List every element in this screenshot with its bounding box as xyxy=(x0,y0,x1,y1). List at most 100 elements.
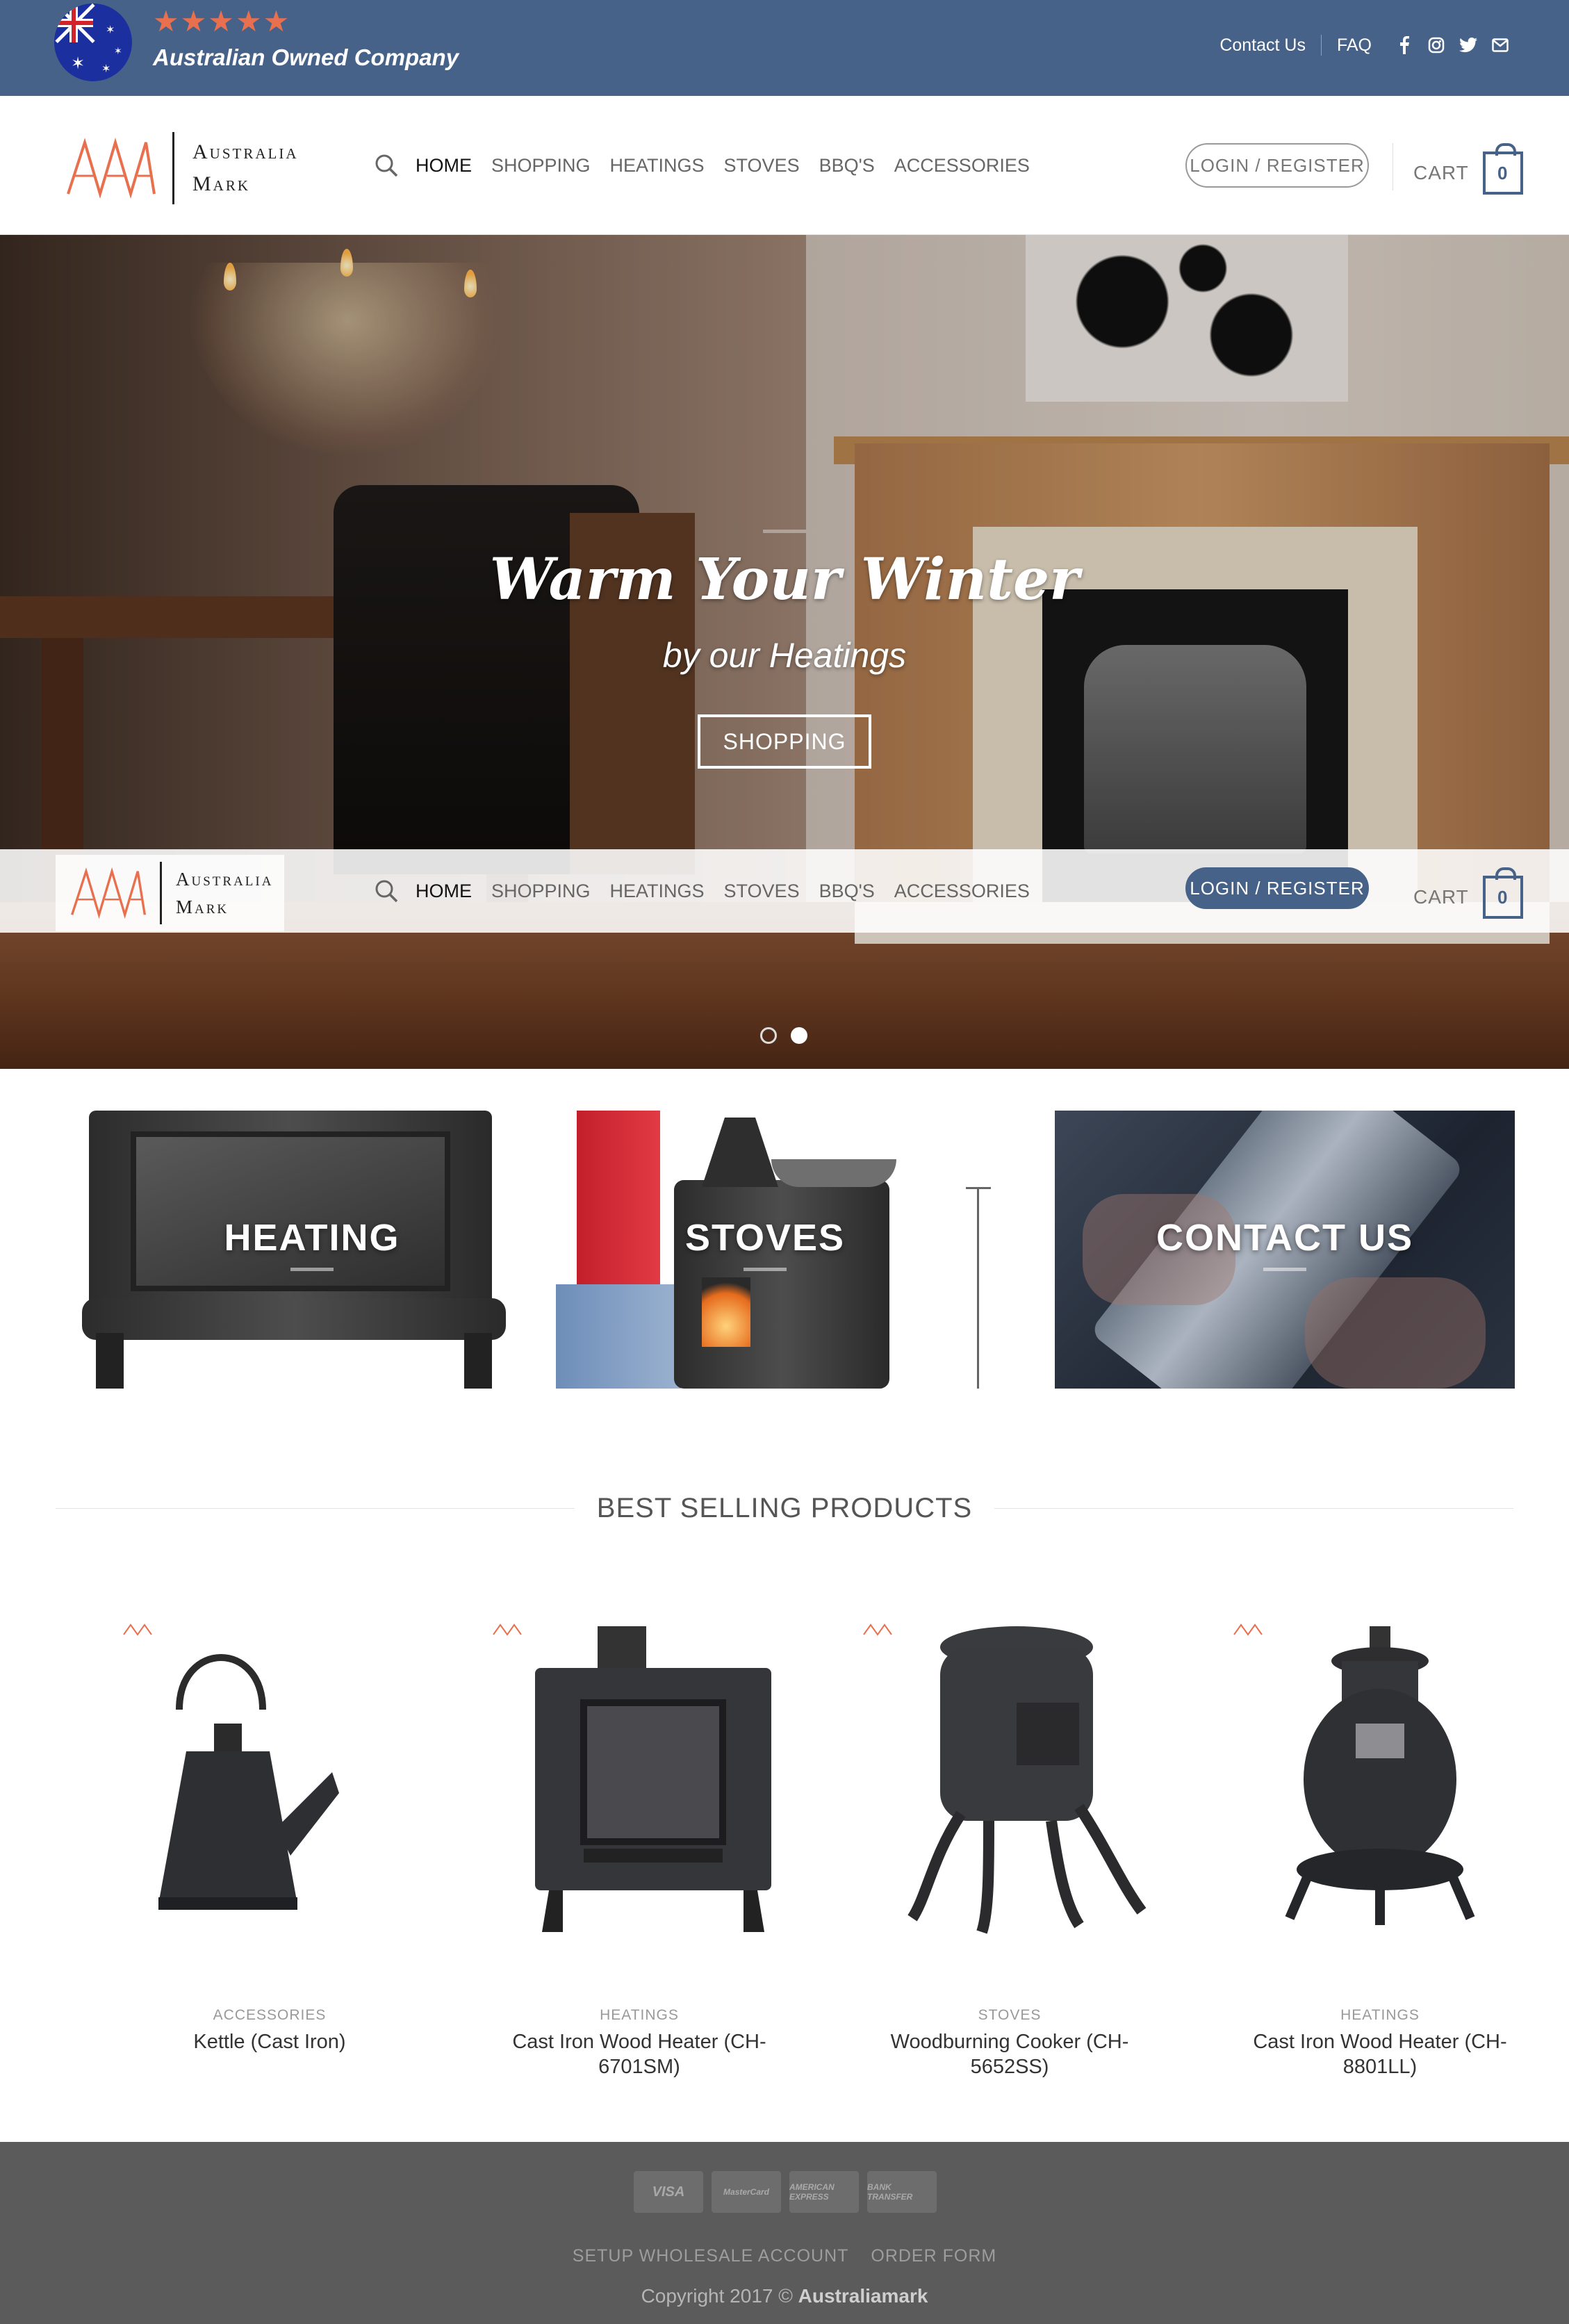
category-label: HEATING xyxy=(224,1217,400,1259)
product-name[interactable]: Woodburning Cooker (CH-5652SS) xyxy=(857,2029,1163,2079)
product-name[interactable]: Cast Iron Wood Heater (CH-8801LL) xyxy=(1227,2029,1533,2079)
logo-text: Australia Mark xyxy=(192,136,299,200)
email-icon[interactable] xyxy=(1491,36,1509,54)
logo-line-1: Australia xyxy=(176,869,274,890)
top-bar: ✶ ✶ ✶ ✶ ★★★★★ Australian Owned Company C… xyxy=(0,0,1569,96)
category-heating[interactable]: HEATING xyxy=(82,1111,542,1389)
heating-stove-image xyxy=(96,1333,124,1389)
product-card[interactable]: HEATINGS Cast Iron Wood Heater (CH-8801L… xyxy=(1206,1619,1554,2092)
twitter-icon[interactable] xyxy=(1459,36,1477,54)
cart-link[interactable]: CART 0 xyxy=(1413,867,1523,919)
kettle-image xyxy=(702,1118,778,1187)
facebook-icon[interactable] xyxy=(1395,36,1413,54)
hero-subtitle: by our Heatings xyxy=(662,636,907,675)
hero-slider: Warm Your Winter by our Heatings SHOPPIN… xyxy=(0,235,1569,1069)
person-jeans-image xyxy=(556,1284,681,1389)
wholesale-account-label: SETUP WHOLESALE ACCOUNT xyxy=(572,2246,849,2266)
nav-accessories[interactable]: ACCESSORIES xyxy=(894,155,1030,177)
main-nav: HOME SHOPPING HEATINGS STOVES BBQ'S ACCE… xyxy=(372,152,1049,179)
sticky-header: Australia Mark HOME SHOPPING HEATINGS ST… xyxy=(0,849,1569,933)
slider-dots xyxy=(760,1027,821,1044)
login-register-button[interactable]: LOGIN / REGISTER xyxy=(1185,867,1369,909)
australian-flag-icon: ✶ ✶ ✶ ✶ xyxy=(54,3,132,81)
cart-bag-icon: 0 xyxy=(1482,143,1523,195)
order-form-link[interactable]: ORDER FORM xyxy=(862,2246,1005,2266)
nav-shopping[interactable]: SHOPPING xyxy=(491,155,591,177)
nav-stoves[interactable]: STOVES xyxy=(724,881,800,902)
section-title: BEST SELLING PRODUCTS xyxy=(596,1492,973,1523)
amex-icon: AMERICAN EXPRESS xyxy=(789,2171,859,2213)
product-card[interactable]: ACCESSORIES Kettle (Cast Iron) xyxy=(96,1619,443,2092)
visa-icon: VISA xyxy=(634,2171,703,2213)
order-form-label: ORDER FORM xyxy=(871,2246,997,2266)
hero-title: Warm Your Winter xyxy=(489,546,1080,613)
site-logo[interactable]: Australia Mark xyxy=(64,132,299,204)
contact-us-link[interactable]: Contact Us xyxy=(1219,35,1306,56)
instagram-icon[interactable] xyxy=(1427,36,1445,54)
slider-dot-1[interactable] xyxy=(760,1027,777,1044)
logo-text: Australia Mark xyxy=(176,865,273,921)
hero-divider xyxy=(763,530,806,533)
slider-dot-2[interactable] xyxy=(791,1027,807,1044)
top-links: Contact Us FAQ xyxy=(1219,35,1509,56)
main-header: Australia Mark HOME SHOPPING HEATINGS ST… xyxy=(0,96,1569,235)
logo-mark-icon xyxy=(67,137,156,199)
nav-heatings[interactable]: HEATINGS xyxy=(610,155,705,177)
product-category: STOVES xyxy=(978,2007,1042,2023)
product-image-wood-heater xyxy=(493,1623,771,1932)
cart-link[interactable]: CART 0 xyxy=(1413,143,1523,195)
product-name[interactable]: Kettle (Cast Iron) xyxy=(117,2029,422,2054)
nav-home[interactable]: HOME xyxy=(416,155,472,177)
footer: VISA MasterCard AMERICAN EXPRESS BANK TR… xyxy=(0,2142,1569,2324)
heating-stove-image xyxy=(464,1333,492,1389)
logo-divider xyxy=(172,132,174,204)
cart-count: 0 xyxy=(1497,886,1509,908)
category-label: CONTACT US xyxy=(1156,1217,1413,1259)
site-logo[interactable]: Australia Mark xyxy=(56,855,285,931)
pan-image xyxy=(771,1159,896,1187)
logo-line-1: Australia xyxy=(192,140,299,163)
product-image-cooker xyxy=(863,1623,1147,1934)
cart-bag-icon: 0 xyxy=(1482,867,1523,919)
nav-home[interactable]: HOME xyxy=(416,881,472,902)
nav-accessories[interactable]: ACCESSORIES xyxy=(894,881,1030,902)
nav-heatings[interactable]: HEATINGS xyxy=(610,881,705,902)
copyright: Copyright 2017 © Australiamark xyxy=(0,2285,1569,2307)
search-icon[interactable] xyxy=(372,877,400,905)
product-card[interactable]: STOVES Woodburning Cooker (CH-5652SS) xyxy=(836,1619,1183,2092)
best-selling-heading: BEST SELLING PRODUCTS xyxy=(56,1487,1513,1529)
category-contact-us[interactable]: CONTACT US xyxy=(1055,1111,1515,1389)
product-category: HEATINGS xyxy=(600,2007,679,2023)
faq-link[interactable]: FAQ xyxy=(1337,35,1372,56)
wholesale-account-link[interactable]: SETUP WHOLESALE ACCOUNT xyxy=(564,2246,857,2266)
logo-mark-icon xyxy=(71,867,147,919)
category-label: STOVES xyxy=(684,1217,846,1259)
logo-line-2: Mark xyxy=(176,897,229,917)
dimension-line-image xyxy=(966,1187,991,1189)
product-category: HEATINGS xyxy=(1340,2007,1420,2023)
product-image-kettle xyxy=(123,1623,339,1910)
cart-count: 0 xyxy=(1497,162,1509,183)
stove-fire-image xyxy=(702,1277,750,1347)
product-name[interactable]: Cast Iron Wood Heater (CH-6701SM) xyxy=(486,2029,792,2079)
nav-bbqs[interactable]: BBQ'S xyxy=(819,155,875,177)
product-card[interactable]: HEATINGS Cast Iron Wood Heater (CH-6701S… xyxy=(466,1619,813,2092)
payment-methods: VISA MasterCard AMERICAN EXPRESS BANK TR… xyxy=(634,2171,945,2213)
search-icon[interactable] xyxy=(372,152,400,179)
login-register-button[interactable]: LOGIN / REGISTER xyxy=(1185,143,1369,188)
nav-bbqs[interactable]: BBQ'S xyxy=(819,881,875,902)
product-category: ACCESSORIES xyxy=(213,2007,327,2023)
hero-shopping-button[interactable]: SHOPPING xyxy=(698,714,871,769)
nav-shopping[interactable]: SHOPPING xyxy=(491,881,591,902)
company-tagline: Australian Owned Company xyxy=(153,44,459,70)
nav-stoves[interactable]: STOVES xyxy=(724,155,800,177)
rating-stars: ★★★★★ xyxy=(153,4,291,38)
copyright-brand[interactable]: Australiamark xyxy=(798,2285,928,2307)
category-divider xyxy=(1263,1268,1306,1271)
category-stoves[interactable]: STOVES xyxy=(535,1111,995,1389)
divider xyxy=(994,1507,1513,1509)
mastercard-icon: MasterCard xyxy=(712,2171,781,2213)
sticky-nav: HOME SHOPPING HEATINGS STOVES BBQ'S ACCE… xyxy=(372,877,1049,905)
divider xyxy=(56,1507,575,1509)
bank-transfer-icon: BANK TRANSFER xyxy=(867,2171,937,2213)
